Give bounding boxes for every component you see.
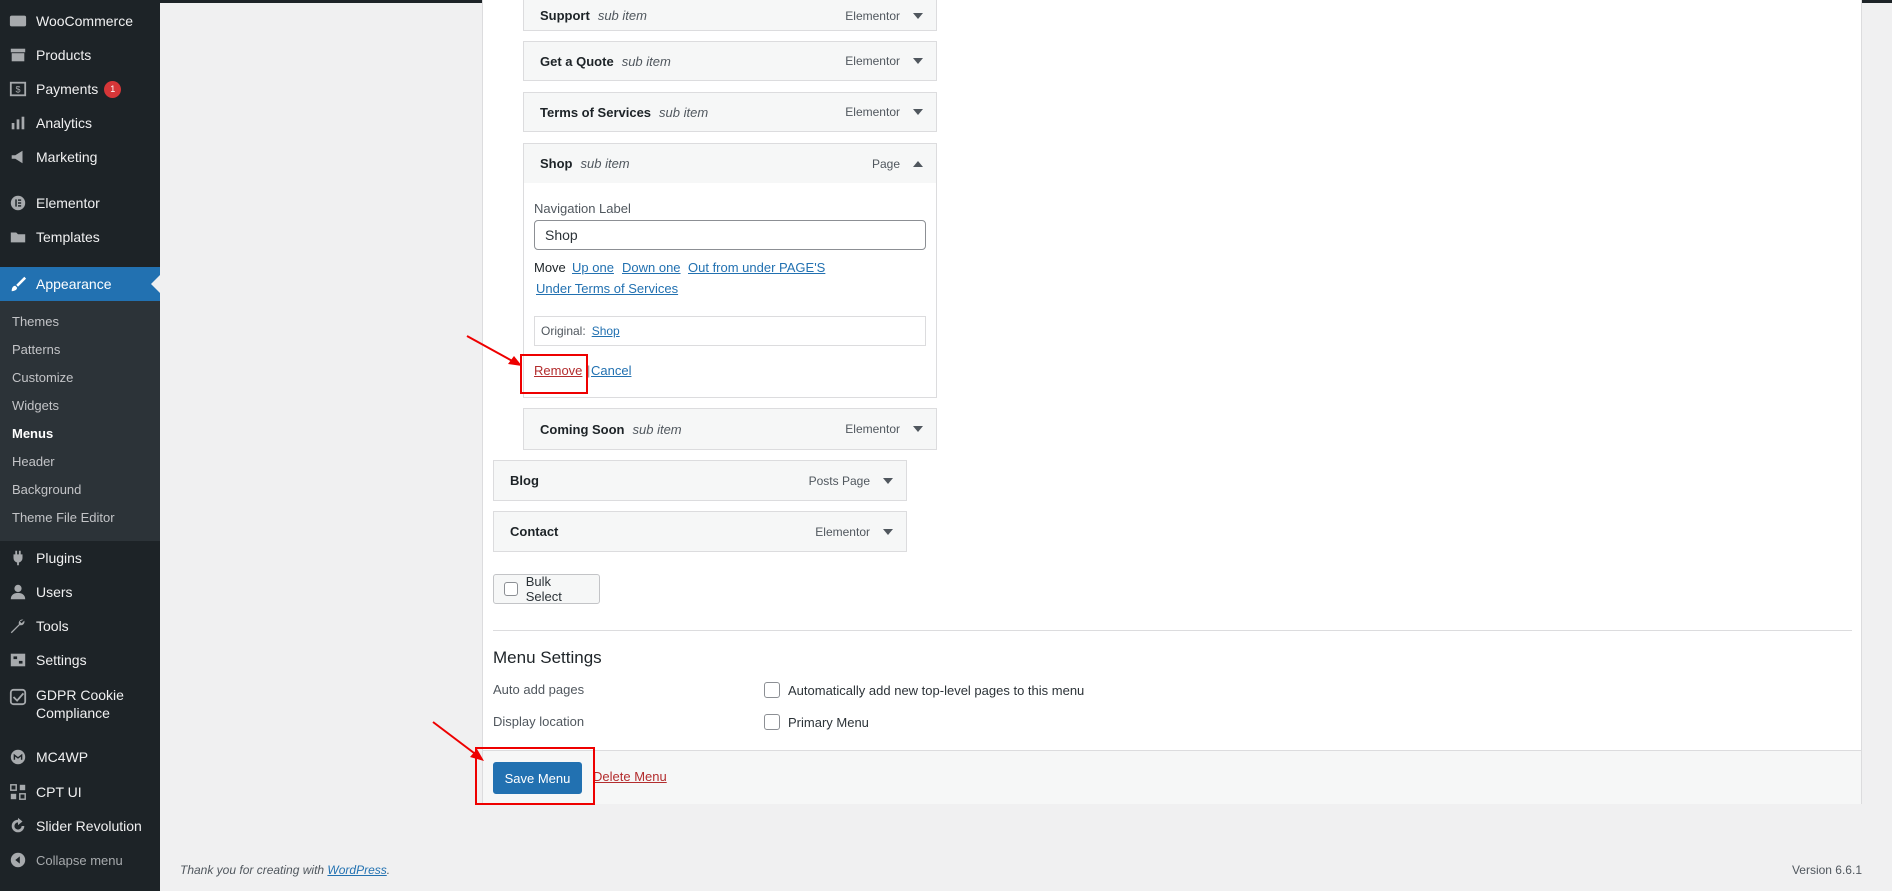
caret-down-icon[interactable] bbox=[910, 104, 926, 120]
menu-item-get-a-quote[interactable]: Get a Quote sub item Elementor bbox=[523, 41, 937, 81]
bulk-select-checkbox[interactable] bbox=[504, 582, 518, 596]
sidebar-item-slider-revolution[interactable]: Slider Revolution bbox=[0, 809, 160, 843]
submenu-themes[interactable]: Themes bbox=[12, 314, 59, 329]
caret-down-icon[interactable] bbox=[880, 473, 896, 489]
collapse-arrow-icon bbox=[8, 850, 28, 870]
caret-down-icon[interactable] bbox=[910, 53, 926, 69]
original-label: Original: bbox=[541, 324, 586, 338]
display-location-label: Display location bbox=[493, 714, 585, 729]
highlight-remove-box bbox=[520, 354, 588, 394]
menu-item-contact[interactable]: Contact Elementor bbox=[493, 511, 907, 552]
bulk-select-button[interactable]: Bulk Select bbox=[493, 574, 600, 604]
caret-down-icon[interactable] bbox=[880, 524, 896, 540]
footer-thanks: Thank you for creating with WordPress. bbox=[180, 863, 391, 877]
archive-icon bbox=[8, 45, 28, 65]
annotation-arrow-icon bbox=[432, 721, 484, 761]
footer-version: Version 6.6.1 bbox=[1791, 863, 1862, 877]
primary-menu-option[interactable]: Primary Menu bbox=[764, 714, 869, 730]
check-shield-icon bbox=[8, 687, 28, 707]
sidebar-item-templates[interactable]: Templates bbox=[0, 220, 160, 254]
sidebar-item-tools[interactable]: Tools bbox=[0, 609, 160, 643]
collapse-menu-button[interactable]: Collapse menu bbox=[0, 843, 160, 877]
cancel-link[interactable]: Cancel bbox=[591, 363, 631, 378]
sidebar-item-plugins[interactable]: Plugins bbox=[0, 541, 160, 575]
wrench-icon bbox=[8, 616, 28, 636]
move-out-from-under-link[interactable]: Out from under PAGE'S bbox=[688, 260, 825, 275]
gdpr-label-line2: Compliance bbox=[36, 705, 110, 721]
original-info: Original: Shop bbox=[534, 316, 926, 346]
sidebar-item-analytics[interactable]: Analytics bbox=[0, 106, 160, 140]
bar-chart-icon bbox=[8, 113, 28, 133]
woocommerce-icon bbox=[8, 11, 28, 31]
sidebar-item-users[interactable]: Users bbox=[0, 575, 160, 609]
caret-up-icon[interactable] bbox=[910, 156, 926, 172]
refresh-icon bbox=[8, 816, 28, 836]
plug-icon bbox=[8, 548, 28, 568]
wordpress-link[interactable]: WordPress bbox=[327, 863, 386, 877]
navigation-label-input[interactable] bbox=[534, 220, 926, 250]
sidebar-item-woocommerce[interactable]: WooCommerce bbox=[0, 4, 160, 38]
primary-menu-checkbox[interactable] bbox=[764, 714, 780, 730]
sidebar-item-gdpr[interactable]: GDPR Cookie Compliance bbox=[0, 686, 160, 726]
user-icon bbox=[8, 582, 28, 602]
admin-sidebar: WooCommerce Products $ Payments 1 Analyt… bbox=[0, 0, 160, 891]
payments-badge: 1 bbox=[104, 80, 122, 98]
move-under-terms-link[interactable]: Under Terms of Services bbox=[536, 281, 678, 296]
menu-settings-heading: Menu Settings bbox=[493, 648, 602, 667]
caret-down-icon[interactable] bbox=[910, 8, 926, 24]
menu-item-coming-soon[interactable]: Coming Soon sub item Elementor bbox=[523, 408, 937, 450]
sidebar-item-marketing[interactable]: Marketing bbox=[0, 140, 160, 174]
sidebar-item-products[interactable]: Products bbox=[0, 38, 160, 72]
paintbrush-icon bbox=[8, 274, 28, 294]
appearance-submenu: Themes Patterns Customize Widgets Menus … bbox=[0, 301, 160, 541]
submenu-widgets[interactable]: Widgets bbox=[12, 398, 59, 413]
submenu-background[interactable]: Background bbox=[12, 482, 81, 497]
submenu-customize[interactable]: Customize bbox=[12, 370, 73, 385]
folder-icon bbox=[8, 227, 28, 247]
auto-add-pages-label: Auto add pages bbox=[493, 682, 585, 697]
menu-actions-bar bbox=[483, 750, 1861, 804]
move-caption: Move bbox=[534, 260, 566, 275]
move-up-one-link[interactable]: Up one bbox=[572, 260, 614, 275]
sidebar-item-mc4wp[interactable]: MC4WP bbox=[0, 740, 160, 774]
submenu-theme-file-editor[interactable]: Theme File Editor bbox=[12, 510, 115, 525]
mc4wp-icon bbox=[8, 747, 28, 767]
navigation-label-caption: Navigation Label bbox=[534, 201, 631, 216]
menu-item-support[interactable]: Support sub item Elementor bbox=[523, 0, 937, 31]
sidebar-item-cpt-ui[interactable]: CPT UI bbox=[0, 775, 160, 809]
section-divider bbox=[493, 630, 1852, 631]
settings-icon bbox=[8, 650, 28, 670]
menu-item-blog[interactable]: Blog Posts Page bbox=[493, 460, 907, 501]
sidebar-item-payments[interactable]: $ Payments 1 bbox=[0, 72, 160, 106]
megaphone-icon bbox=[8, 147, 28, 167]
elementor-icon bbox=[8, 193, 28, 213]
auto-add-pages-option[interactable]: Automatically add new top-level pages to… bbox=[764, 682, 1084, 698]
menu-item-shop[interactable]: Shop sub item Page bbox=[523, 143, 937, 184]
submenu-patterns[interactable]: Patterns bbox=[12, 342, 60, 357]
svg-text:$: $ bbox=[15, 85, 20, 95]
grid-icon bbox=[8, 782, 28, 802]
sidebar-item-appearance[interactable]: Appearance bbox=[0, 267, 160, 301]
gdpr-label-line1: GDPR Cookie bbox=[36, 687, 124, 703]
submenu-menus[interactable]: Menus bbox=[12, 426, 53, 441]
auto-add-pages-checkbox[interactable] bbox=[764, 682, 780, 698]
sidebar-item-settings[interactable]: Settings bbox=[0, 643, 160, 677]
menu-item-terms-of-services[interactable]: Terms of Services sub item Elementor bbox=[523, 92, 937, 132]
move-down-one-link[interactable]: Down one bbox=[622, 260, 681, 275]
delete-menu-link[interactable]: Delete Menu bbox=[593, 769, 667, 784]
original-shop-link[interactable]: Shop bbox=[592, 324, 620, 338]
dollar-icon: $ bbox=[8, 79, 28, 99]
annotation-arrow-icon bbox=[466, 335, 522, 366]
caret-down-icon[interactable] bbox=[910, 421, 926, 437]
submenu-header[interactable]: Header bbox=[12, 454, 55, 469]
sidebar-item-elementor[interactable]: Elementor bbox=[0, 186, 160, 220]
